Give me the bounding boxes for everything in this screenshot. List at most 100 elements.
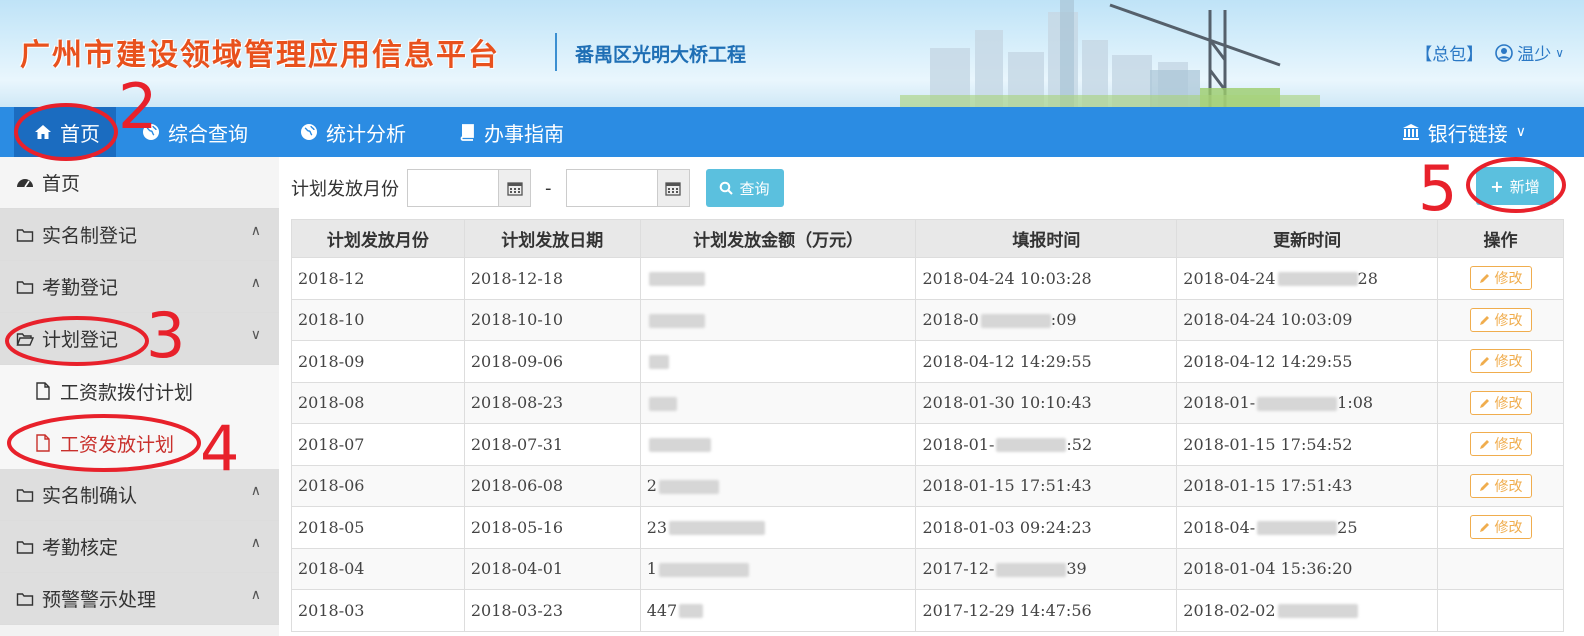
dashboard-icon	[17, 178, 33, 187]
edit-button[interactable]: 修改	[1469, 432, 1532, 457]
cell-amount	[639, 340, 917, 383]
nav-item-label: 办事指南	[484, 121, 564, 146]
nav-bank-link[interactable]: 银行链接 ∨	[1376, 107, 1552, 157]
cell-filled-time: 2018-01-30 10:10:43	[915, 381, 1178, 424]
folder-icon	[16, 592, 34, 606]
cell-filled-time-text: 2018-04-24 10:03:28	[922, 268, 1092, 288]
pencil-icon	[1479, 523, 1489, 533]
cell-amount: 447	[639, 589, 917, 632]
cell-month-text: 2018-10	[298, 310, 365, 330]
redacted-value	[648, 438, 711, 453]
query-button-label: 查询	[739, 179, 770, 198]
add-button[interactable]: + 新增	[1476, 167, 1554, 205]
cell-filled-time: 2018-01-15 17:51:43	[915, 464, 1178, 507]
cell-filled-time-tail: 39	[1066, 559, 1087, 579]
nav-item-label: 综合查询	[168, 121, 248, 146]
cell-month: 2018-08	[291, 381, 465, 424]
calendar-icon[interactable]	[498, 170, 530, 206]
cell-updated-time-text: 2018-04-12 14:29:55	[1183, 351, 1353, 371]
redacted-value	[648, 396, 677, 411]
table-row: 2018-06 2018-06-08 2 2018-01-15 17:51:43 201…	[291, 464, 1564, 507]
chevron-up-icon: ∧	[250, 587, 261, 603]
cell-actions: 修改	[1437, 381, 1564, 424]
sidebar-item-label: 考勤核定	[42, 537, 119, 559]
cell-filled-time-tail: :09	[1050, 310, 1077, 330]
cell-amount	[639, 423, 917, 466]
sidebar-item-label: 计划登记	[42, 329, 119, 351]
plus-icon: +	[1490, 176, 1504, 196]
folder-icon	[16, 280, 34, 294]
search-icon	[720, 181, 734, 195]
nav-item-stats[interactable]: 统计分析	[274, 107, 432, 157]
calendar-icon[interactable]	[656, 170, 689, 206]
cell-filled-time-text: 2018-01-15 17:51:43	[922, 476, 1092, 496]
end-month-input[interactable]	[565, 169, 690, 207]
cell-filled-time-text: 2018-0	[922, 310, 979, 330]
redacted-value	[1277, 272, 1358, 287]
cell-updated-time: 2018-04- 25	[1176, 506, 1439, 549]
home-icon	[35, 125, 51, 139]
package-link[interactable]: 【总包】	[1415, 40, 1483, 65]
edit-button-label: 修改	[1494, 271, 1523, 288]
annotation-number: 5	[1418, 152, 1458, 225]
file-icon	[36, 382, 50, 400]
pencil-icon	[1479, 440, 1489, 450]
redacted-value	[679, 604, 704, 619]
edit-button[interactable]: 修改	[1469, 349, 1532, 374]
edit-button[interactable]: 修改	[1469, 266, 1532, 291]
cell-month-text: 2018-12	[298, 268, 365, 288]
folder-icon	[16, 540, 34, 554]
start-month-input[interactable]	[407, 169, 531, 207]
query-button[interactable]: 查询	[705, 169, 784, 207]
site-title: 广州市建设领域管理应用信息平台	[20, 38, 500, 73]
table-row: 2018-08 2018-08-23 2018-01-30 10:10:43 2018…	[291, 381, 1564, 424]
sidebar-group-warning-handling[interactable]: 预警警示处理 ∧	[0, 573, 279, 625]
main-nav: 首页 综合查询 统计分析 办事指南 银行链接 ∨	[0, 107, 1584, 157]
nav-item-guide[interactable]: 办事指南	[432, 107, 590, 157]
sidebar-group-attendance-register[interactable]: 考勤登记 ∧	[0, 261, 279, 313]
cell-actions	[1437, 589, 1564, 632]
bank-link-label: 银行链接	[1427, 121, 1508, 146]
sidebar-group-realname-register[interactable]: 实名制登记 ∧	[0, 209, 279, 261]
cell-date: 2018-03-23	[463, 589, 641, 632]
sidebar-item-label: 考勤登记	[42, 277, 119, 299]
edit-button[interactable]: 修改	[1469, 390, 1532, 415]
column-header: 填报时间	[915, 219, 1178, 258]
sidebar-item-wage-allocation-plan[interactable]: 工资款拨付计划	[0, 365, 279, 417]
main-content: 计划发放月份 - 查询 + 新增 计划发放月份 计划发放日期 计划发放金额（万元…	[291, 157, 1576, 632]
table-row: 2018-03 2018-03-23 447 2017-12-29 14:47:56 2…	[291, 589, 1564, 632]
redacted-value	[1257, 396, 1338, 411]
sidebar-item-home[interactable]: 首页	[0, 157, 279, 209]
sidebar-group-plan-register[interactable]: 计划登记 ∨	[0, 313, 279, 365]
sidebar-item-label: 实名制确认	[42, 485, 138, 507]
edit-button[interactable]: 修改	[1469, 515, 1532, 540]
cell-actions: 修改	[1437, 506, 1564, 549]
cell-month-text: 2018-03	[298, 600, 365, 620]
nav-item-home[interactable]: 首页	[14, 107, 116, 157]
cell-updated-time-tail: 25	[1337, 517, 1358, 537]
sidebar-group-attendance-verify[interactable]: 考勤核定 ∧	[0, 521, 279, 573]
column-header: 更新时间	[1176, 219, 1439, 258]
table-row: 2018-04 2018-04-01 1 2017-12- 39 2018-01-04 1…	[291, 547, 1564, 590]
file-icon	[36, 434, 50, 452]
edit-button[interactable]: 修改	[1469, 307, 1532, 332]
cell-updated-time: 2018-02-02	[1176, 589, 1439, 632]
cell-filled-time: 2018-04-24 10:03:28	[915, 257, 1178, 300]
cell-updated-time: 2018-01- 1:08	[1176, 381, 1439, 424]
start-month-value	[408, 170, 498, 206]
cell-date-text: 2018-08-23	[470, 393, 564, 413]
cell-amount-text: 447	[646, 600, 678, 620]
cell-actions: 修改	[1437, 464, 1564, 507]
edit-button[interactable]: 修改	[1469, 473, 1532, 498]
cell-date: 2018-10-10	[463, 298, 641, 341]
user-circle-icon	[1495, 43, 1514, 62]
cell-filled-time-tail: :52	[1066, 434, 1093, 454]
edit-button-label: 修改	[1494, 478, 1523, 495]
cell-date: 2018-06-08	[463, 464, 641, 507]
cell-date-text: 2018-12-18	[470, 268, 564, 288]
redacted-value	[980, 313, 1051, 328]
user-menu[interactable]: 温少 ∨	[1495, 40, 1564, 65]
cell-date: 2018-12-18	[463, 257, 641, 300]
filter-label: 计划发放月份	[291, 179, 399, 200]
cell-month: 2018-12	[291, 257, 465, 300]
